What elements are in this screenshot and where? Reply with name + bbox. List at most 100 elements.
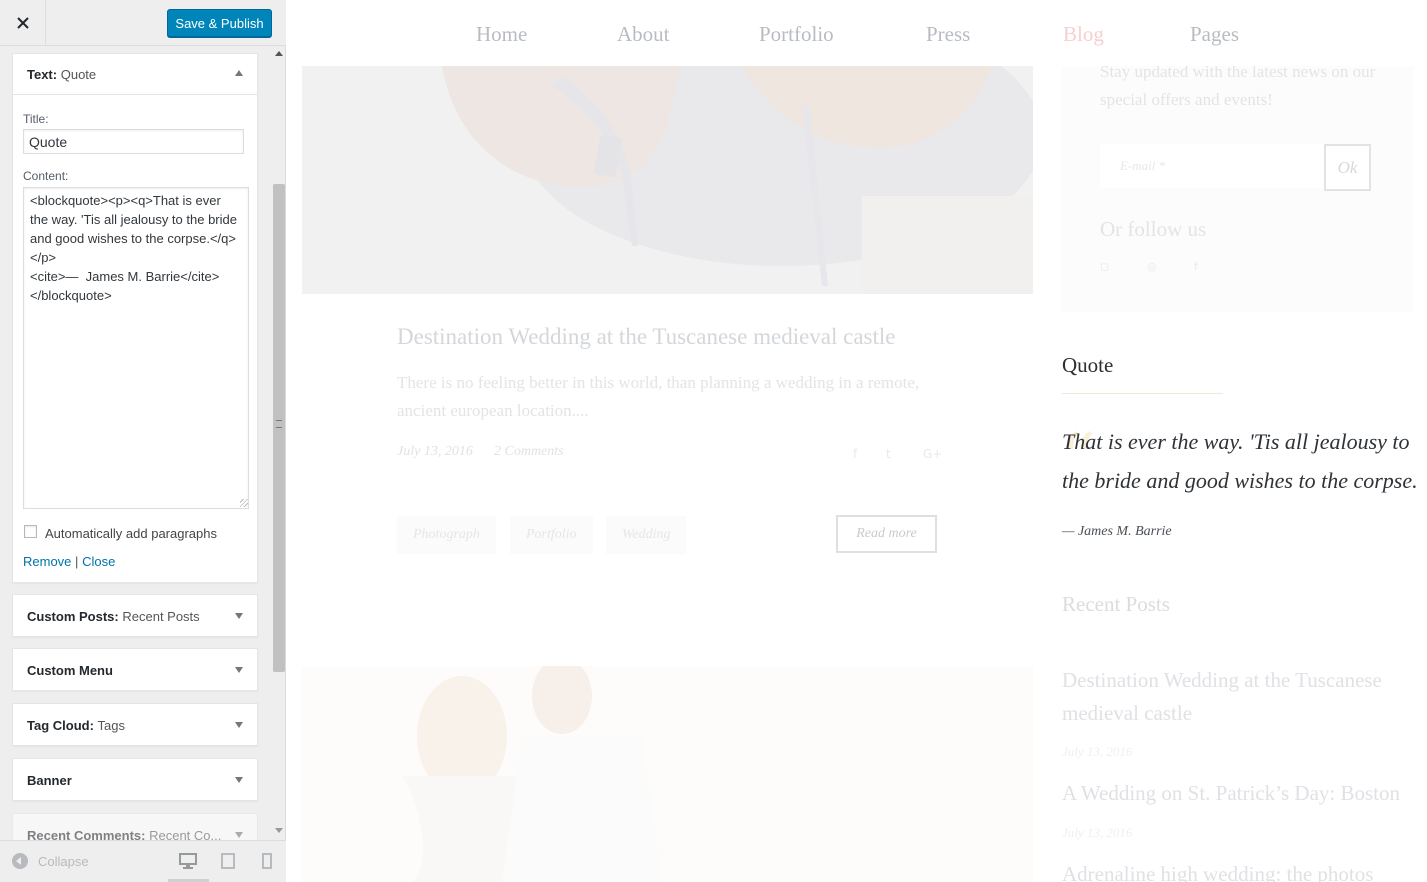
actions-separator: | — [75, 554, 79, 569]
post-comments-link[interactable]: 2 Comments — [494, 444, 564, 460]
recent-post-date: July 13, 2016 — [1062, 825, 1133, 840]
tag-photograph[interactable]: Photograph — [397, 516, 496, 554]
quote-citation: — James M. Barrie — [1062, 524, 1172, 539]
widget-name: Tags — [97, 717, 126, 733]
customizer-header: Save & Publish — [0, 0, 286, 46]
recent-post-link[interactable]: Adrenaline high wedding: the photos — [1062, 858, 1412, 882]
customizer-sidebar: Save & Publish Text: Quote Title: Conten… — [0, 0, 286, 882]
widget-header[interactable]: Tag Cloud: Tags — [13, 704, 257, 746]
preview-mobile-button[interactable] — [257, 852, 277, 870]
widget-type: Banner — [27, 772, 72, 788]
preview-desktop-button[interactable] — [178, 852, 198, 870]
newsletter-email-input[interactable]: E-mail * — [1100, 144, 1324, 188]
recent-posts-title: Recent Posts — [1062, 592, 1170, 616]
widget-custom-posts[interactable]: Custom Posts: Recent Posts — [12, 594, 258, 637]
widget-custom-menu[interactable]: Custom Menu — [12, 648, 258, 691]
newsletter-text: Stay updated with the latest news on our… — [1100, 62, 1376, 109]
expand-arrow-icon[interactable] — [235, 613, 243, 619]
resize-grip-icon[interactable] — [240, 499, 248, 507]
twitter-icon[interactable]: t — [886, 447, 891, 461]
quote-widget-title: Quote — [1062, 353, 1114, 377]
expand-arrow-icon[interactable] — [235, 667, 243, 673]
title-label: Title: — [23, 112, 49, 126]
customizer-footer: Collapse — [0, 840, 286, 882]
autop-label: Automatically add paragraphs — [45, 526, 217, 541]
widget-banner[interactable]: Banner — [12, 758, 258, 801]
content-textarea[interactable]: <blockquote><p><q>That is ever the way. … — [23, 187, 249, 509]
widget-type: Recent Comments: — [27, 827, 146, 841]
scroll-down-arrow-icon[interactable] — [275, 828, 283, 833]
expand-arrow-icon[interactable] — [235, 832, 243, 838]
facebook-icon[interactable]: f — [1194, 260, 1198, 273]
nav-item-portfolio[interactable]: Portfolio — [759, 22, 834, 47]
widget-name: Recent Posts — [122, 608, 200, 624]
content-label: Content: — [23, 169, 69, 183]
follow-us-title: Or follow us — [1100, 217, 1207, 241]
tag-wedding[interactable]: Wedding — [606, 516, 687, 554]
close-icon — [16, 17, 29, 29]
facebook-icon[interactable]: f — [853, 447, 857, 461]
couple-photo-image — [302, 666, 1033, 882]
widget-type: Tag Cloud: — [27, 717, 94, 733]
nav-item-home[interactable]: Home — [476, 22, 527, 47]
recent-post-date: July 13, 2016 — [1062, 744, 1133, 759]
scroll-up-arrow-icon[interactable] — [275, 51, 283, 56]
desktop-icon — [179, 853, 197, 869]
tablet-icon — [221, 853, 235, 869]
preview-tablet-button[interactable] — [218, 852, 238, 870]
scrollbar-grip-icon — [276, 420, 282, 428]
collapse-label: Collapse — [38, 853, 89, 869]
widget-header[interactable]: Banner — [13, 759, 257, 801]
mobile-icon — [262, 853, 272, 869]
scrollbar-thumb[interactable] — [273, 184, 285, 672]
close-link[interactable]: Close — [82, 554, 115, 569]
expand-arrow-icon[interactable] — [235, 722, 243, 728]
post-featured-image[interactable] — [302, 66, 1033, 294]
widget-text-quote: Text: Quote Title: Content: <blockquote>… — [12, 53, 258, 583]
widget-type: Custom Posts: — [27, 608, 119, 624]
collapse-arrow-icon[interactable] — [235, 70, 243, 76]
nav-item-blog[interactable]: Blog — [1063, 22, 1104, 47]
nav-item-about[interactable]: About — [617, 22, 670, 47]
save-publish-button[interactable]: Save & Publish — [167, 9, 272, 37]
newsletter-ok-button[interactable]: Ok — [1324, 144, 1371, 191]
autop-checkbox[interactable] — [24, 525, 37, 538]
site-preview: Home About Portfolio Press Blog Pages De… — [287, 0, 1427, 882]
tag-portfolio[interactable]: Portfolio — [510, 516, 593, 554]
widget-header[interactable]: Custom Menu — [13, 649, 257, 691]
widget-name: Recent Co... — [149, 827, 222, 841]
widget-header[interactable]: Recent Comments: Recent Co... — [13, 814, 257, 840]
quote-title-divider — [1062, 393, 1223, 394]
widgets-panel: Text: Quote Title: Content: <blockquote>… — [0, 46, 286, 840]
post-date: July 13, 2016 — [397, 444, 473, 459]
recent-post-link[interactable]: Destination Wedding at the Tuscanese med… — [1062, 664, 1412, 730]
collapse-button[interactable]: Collapse — [12, 853, 89, 869]
instagram-icon[interactable]: ◻ — [1100, 260, 1109, 273]
read-more-button[interactable]: Read more — [836, 515, 937, 553]
recent-post-link[interactable]: A Wedding on St. Patrick’s Day: Boston — [1062, 777, 1412, 810]
main-navigation: Home About Portfolio Press Blog Pages — [287, 0, 1427, 66]
widget-header[interactable]: Custom Posts: Recent Posts — [13, 595, 257, 637]
hands-photo-image — [302, 66, 1033, 294]
collapse-icon — [12, 853, 28, 869]
close-customizer-button[interactable] — [0, 0, 46, 46]
widget-type: Custom Menu — [27, 662, 113, 678]
google-plus-icon[interactable]: G+ — [923, 447, 942, 461]
widget-type: Text: — [27, 66, 58, 82]
nav-item-pages[interactable]: Pages — [1190, 22, 1239, 47]
widget-recent-comments[interactable]: Recent Comments: Recent Co... — [12, 813, 258, 840]
widget-tag-cloud[interactable]: Tag Cloud: Tags — [12, 703, 258, 746]
post-excerpt: There is no feeling better in this world… — [397, 373, 920, 420]
nav-item-press[interactable]: Press — [926, 22, 970, 47]
quote-text: That is ever the way. 'Tis all jealousy … — [1062, 429, 1418, 493]
widget-actions: Remove | Close — [23, 554, 115, 569]
widget-name: Quote — [60, 66, 97, 82]
post-title[interactable]: Destination Wedding at the Tuscanese med… — [397, 324, 896, 350]
post-featured-image-2[interactable] — [302, 666, 1033, 882]
widget-header[interactable]: Text: Quote — [13, 54, 257, 95]
pinterest-icon[interactable]: ◎ — [1147, 260, 1157, 273]
title-field[interactable] — [23, 129, 244, 154]
sidebar-scrollbar[interactable] — [272, 46, 286, 840]
remove-link[interactable]: Remove — [23, 554, 71, 569]
expand-arrow-icon[interactable] — [235, 777, 243, 783]
